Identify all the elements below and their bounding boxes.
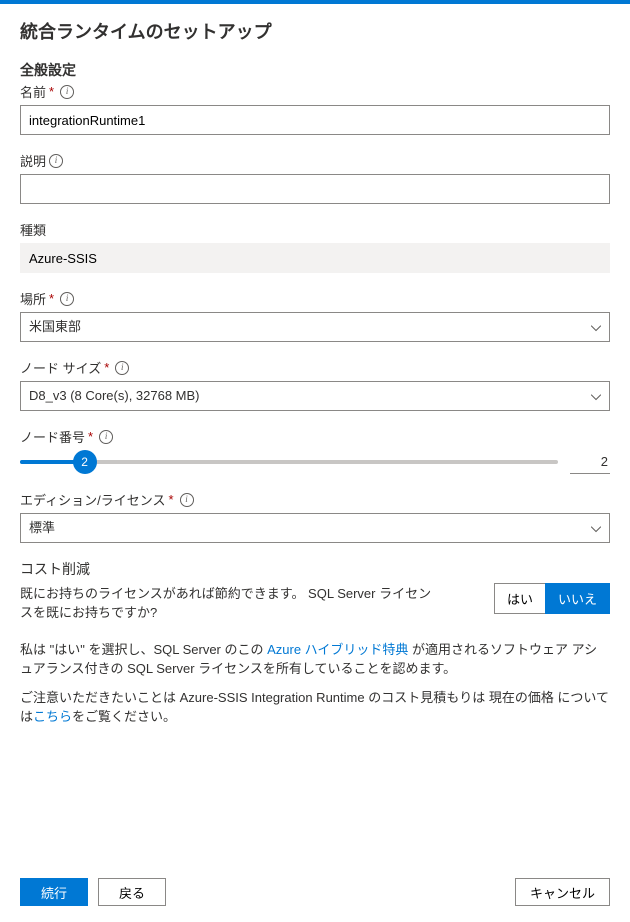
field-description: 説明 i <box>20 151 610 204</box>
node-number-label: ノード番号 <box>20 427 85 446</box>
field-node-size: ノード サイズ * i D8_v3 (8 Core(s), 32768 MB) <box>20 358 610 411</box>
type-label-row: 種類 <box>20 220 610 239</box>
location-select-wrap[interactable]: 米国東部 <box>20 312 610 342</box>
field-type: 種類 <box>20 220 610 273</box>
type-label: 種類 <box>20 220 46 239</box>
node-size-select[interactable]: D8_v3 (8 Core(s), 32768 MB) <box>20 381 610 411</box>
field-name: 名前 * i <box>20 82 610 135</box>
info-icon[interactable]: i <box>180 493 194 507</box>
node-number-label-row: ノード番号 * i <box>20 427 610 446</box>
continue-button[interactable]: 続行 <box>20 878 88 906</box>
location-label-row: 場所 * i <box>20 289 610 308</box>
required-marker: * <box>168 492 173 507</box>
setup-form: 統合ランタイムのセットアップ 全般設定 名前 * i 説明 i 種類 場所 * … <box>0 4 630 867</box>
info-icon[interactable]: i <box>60 85 74 99</box>
info-icon[interactable]: i <box>49 154 63 168</box>
license-yes-button[interactable]: はい <box>494 583 546 614</box>
name-label-row: 名前 * i <box>20 82 610 101</box>
license-toggle: はい いいえ <box>494 583 610 614</box>
info-icon[interactable]: i <box>115 361 129 375</box>
cancel-button[interactable]: キャンセル <box>515 878 610 906</box>
field-location: 場所 * i 米国東部 <box>20 289 610 342</box>
name-label: 名前 <box>20 82 46 101</box>
cost-prompt: 既にお持ちのライセンスがあれば節約できます。 SQL Server ライセンスを… <box>20 583 440 621</box>
node-size-select-wrap[interactable]: D8_v3 (8 Core(s), 32768 MB) <box>20 381 610 411</box>
hybrid-benefit-text: 私は "はい" を選択し、SQL Server のこの Azure ハイブリッド… <box>20 639 610 677</box>
description-label: 説明 <box>20 151 46 170</box>
back-button[interactable]: 戻る <box>98 878 166 906</box>
description-input[interactable] <box>20 174 610 204</box>
cost-section-heading: コスト削減 <box>20 559 610 579</box>
info-icon[interactable]: i <box>60 292 74 306</box>
field-edition: エディション/ライセンス * i 標準 <box>20 490 610 543</box>
description-label-row: 説明 i <box>20 151 610 170</box>
edition-label: エディション/ライセンス <box>20 490 165 509</box>
page-title: 統合ランタイムのセットアップ <box>20 18 610 44</box>
license-no-button[interactable]: いいえ <box>545 583 610 614</box>
edition-label-row: エディション/ライセンス * i <box>20 490 610 509</box>
hybrid-benefit-link[interactable]: Azure ハイブリッド特典 <box>267 642 408 657</box>
info-icon[interactable]: i <box>99 430 113 444</box>
type-value <box>20 243 610 273</box>
required-marker: * <box>49 291 54 306</box>
general-section-heading: 全般設定 <box>20 60 610 80</box>
pricing-link[interactable]: こちら <box>33 709 72 724</box>
node-number-slider-row: 2 2 <box>20 450 610 474</box>
node-size-label-row: ノード サイズ * i <box>20 358 610 377</box>
edition-select-wrap[interactable]: 標準 <box>20 513 610 543</box>
cost-estimate-text: ご注意いただきたいことは Azure-SSIS Integration Runt… <box>20 687 610 725</box>
location-label: 場所 <box>20 289 46 308</box>
name-input[interactable] <box>20 105 610 135</box>
location-select[interactable]: 米国東部 <box>20 312 610 342</box>
node-number-slider[interactable]: 2 <box>20 460 558 464</box>
required-marker: * <box>49 84 54 99</box>
edition-select[interactable]: 標準 <box>20 513 610 543</box>
required-marker: * <box>104 360 109 375</box>
slider-thumb[interactable]: 2 <box>73 450 97 474</box>
node-number-value[interactable]: 2 <box>570 450 610 474</box>
footer-left: 続行 戻る <box>20 878 166 906</box>
footer: 続行 戻る キャンセル <box>0 867 630 922</box>
node-size-label: ノード サイズ <box>20 358 101 377</box>
required-marker: * <box>88 429 93 444</box>
field-node-number: ノード番号 * i 2 2 <box>20 427 610 474</box>
